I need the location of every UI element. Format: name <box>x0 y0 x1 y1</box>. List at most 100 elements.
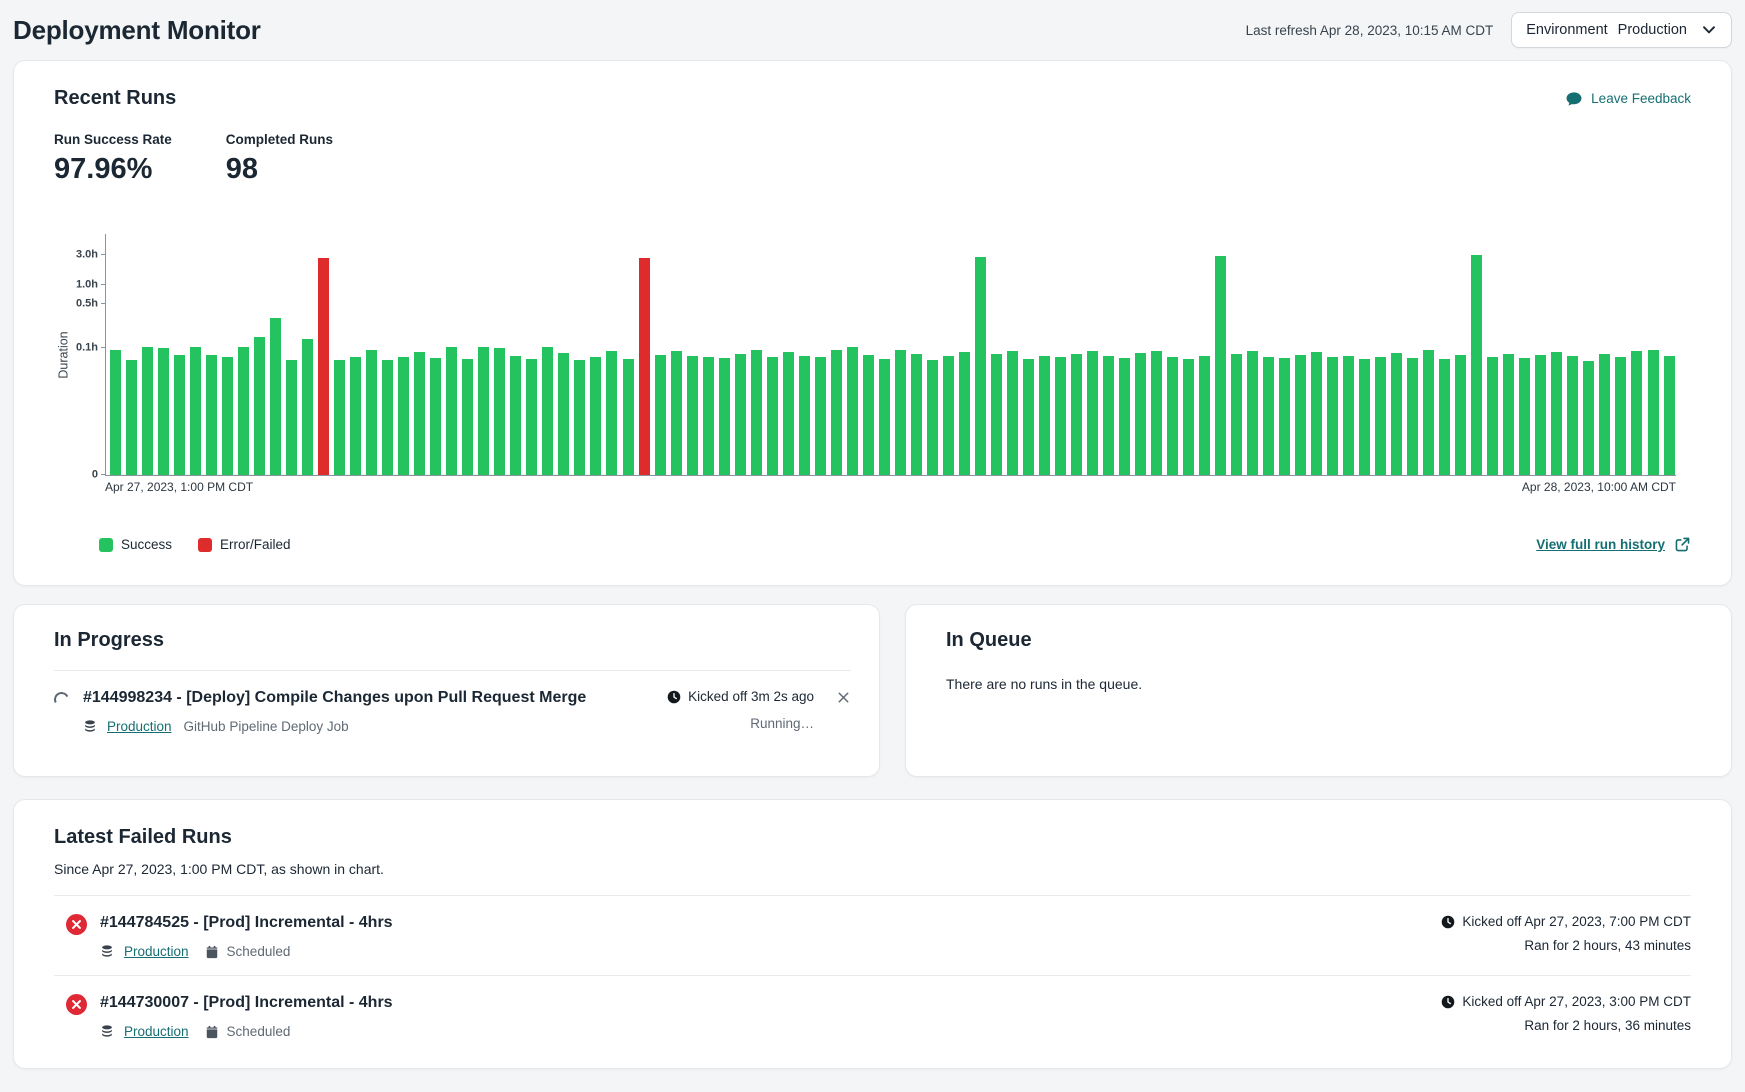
run-bar-success[interactable] <box>302 339 313 475</box>
run-bar-success[interactable] <box>975 257 986 475</box>
run-bar-success[interactable] <box>1039 356 1050 475</box>
run-bar-success[interactable] <box>574 360 585 475</box>
run-bar-success[interactable] <box>1007 351 1018 475</box>
run-bar-success[interactable] <box>334 360 345 475</box>
run-bar-success[interactable] <box>879 359 890 475</box>
run-bar-failed[interactable] <box>318 258 329 475</box>
run-bar-success[interactable] <box>895 350 906 475</box>
run-bar-success[interactable] <box>286 360 297 475</box>
environment-dropdown[interactable]: Environment Production <box>1511 12 1732 48</box>
run-bar-success[interactable] <box>1071 354 1082 475</box>
run-bar-success[interactable] <box>110 350 121 475</box>
run-bar-success[interactable] <box>590 357 601 475</box>
run-bar-success[interactable] <box>1583 361 1594 475</box>
run-bar-success[interactable] <box>1087 351 1098 475</box>
environment-link[interactable]: Production <box>124 1024 189 1039</box>
run-bar-success[interactable] <box>142 347 153 475</box>
run-bar-success[interactable] <box>1247 351 1258 475</box>
run-bar-success[interactable] <box>1615 357 1626 475</box>
run-bar-success[interactable] <box>1487 357 1498 475</box>
run-bar-success[interactable] <box>703 357 714 475</box>
run-bar-success[interactable] <box>687 356 698 475</box>
run-bar-success[interactable] <box>126 360 137 475</box>
run-bar-success[interactable] <box>430 358 441 475</box>
run-bar-failed[interactable] <box>639 258 650 475</box>
run-bar-success[interactable] <box>1439 359 1450 475</box>
run-bar-success[interactable] <box>1551 352 1562 475</box>
run-bar-success[interactable] <box>1343 356 1354 475</box>
run-bar-success[interactable] <box>382 360 393 475</box>
run-bar-success[interactable] <box>831 350 842 475</box>
run-bar-success[interactable] <box>1327 357 1338 475</box>
run-bar-success[interactable] <box>671 351 682 475</box>
run-bar-success[interactable] <box>1295 355 1306 475</box>
run-bar-success[interactable] <box>1151 351 1162 475</box>
run-bar-success[interactable] <box>815 357 826 475</box>
run-bar-success[interactable] <box>206 355 217 475</box>
run-bar-success[interactable] <box>1407 358 1418 475</box>
run-bar-success[interactable] <box>414 352 425 475</box>
run-bar-success[interactable] <box>1231 354 1242 475</box>
run-bar-success[interactable] <box>1391 353 1402 475</box>
run-bar-success[interactable] <box>174 355 185 475</box>
run-bar-success[interactable] <box>1503 354 1514 475</box>
run-bar-success[interactable] <box>494 348 505 475</box>
run-bar-success[interactable] <box>1664 356 1675 475</box>
run-bar-success[interactable] <box>799 356 810 475</box>
run-bar-success[interactable] <box>350 357 361 475</box>
close-icon[interactable] <box>836 690 851 705</box>
run-bar-success[interactable] <box>1375 357 1386 475</box>
run-bar-success[interactable] <box>526 359 537 475</box>
run-bar-success[interactable] <box>927 360 938 475</box>
run-bar-success[interactable] <box>719 358 730 475</box>
run-bar-success[interactable] <box>655 355 666 475</box>
run-bar-success[interactable] <box>254 337 265 475</box>
run-bar-success[interactable] <box>751 350 762 475</box>
run-bar-success[interactable] <box>767 357 778 475</box>
run-bar-success[interactable] <box>1055 357 1066 475</box>
leave-feedback-link[interactable]: Leave Feedback <box>1565 90 1691 108</box>
run-bar-success[interactable] <box>623 359 634 475</box>
run-bar-success[interactable] <box>991 354 1002 475</box>
run-bar-success[interactable] <box>959 352 970 475</box>
run-bar-success[interactable] <box>1648 350 1659 475</box>
run-bar-success[interactable] <box>1263 357 1274 475</box>
run-bar-success[interactable] <box>1599 354 1610 475</box>
run-bar-success[interactable] <box>943 356 954 475</box>
run-bar-success[interactable] <box>542 347 553 475</box>
run-bar-success[interactable] <box>1567 356 1578 475</box>
run-bar-success[interactable] <box>510 356 521 475</box>
run-bar-success[interactable] <box>1183 359 1194 475</box>
run-bar-success[interactable] <box>1023 359 1034 475</box>
run-bar-success[interactable] <box>911 354 922 475</box>
run-bar-success[interactable] <box>1471 255 1482 475</box>
run-bar-success[interactable] <box>1423 350 1434 475</box>
run-bar-success[interactable] <box>1455 355 1466 475</box>
run-bar-success[interactable] <box>1279 358 1290 475</box>
run-bar-success[interactable] <box>847 347 858 475</box>
run-bar-success[interactable] <box>1359 359 1370 475</box>
run-bar-success[interactable] <box>1199 356 1210 475</box>
run-bar-success[interactable] <box>270 318 281 475</box>
run-bar-success[interactable] <box>1135 353 1146 475</box>
environment-link[interactable]: Production <box>107 719 172 734</box>
run-bar-success[interactable] <box>1535 355 1546 475</box>
run-bar-success[interactable] <box>462 359 473 475</box>
run-bar-success[interactable] <box>222 357 233 475</box>
run-bar-success[interactable] <box>1631 351 1642 475</box>
run-bar-success[interactable] <box>1311 352 1322 475</box>
run-bar-success[interactable] <box>735 354 746 475</box>
run-bar-success[interactable] <box>190 347 201 475</box>
view-full-run-history-link[interactable]: View full run history <box>1536 536 1691 553</box>
run-bar-success[interactable] <box>863 355 874 475</box>
environment-link[interactable]: Production <box>124 944 189 959</box>
run-bar-success[interactable] <box>606 351 617 475</box>
run-bar-success[interactable] <box>1215 256 1226 475</box>
run-bar-success[interactable] <box>398 357 409 475</box>
run-bar-success[interactable] <box>1103 356 1114 475</box>
run-bar-success[interactable] <box>1519 358 1530 475</box>
run-bar-success[interactable] <box>366 350 377 475</box>
run-bar-success[interactable] <box>1119 358 1130 475</box>
run-bar-success[interactable] <box>478 347 489 475</box>
run-bar-success[interactable] <box>783 352 794 475</box>
